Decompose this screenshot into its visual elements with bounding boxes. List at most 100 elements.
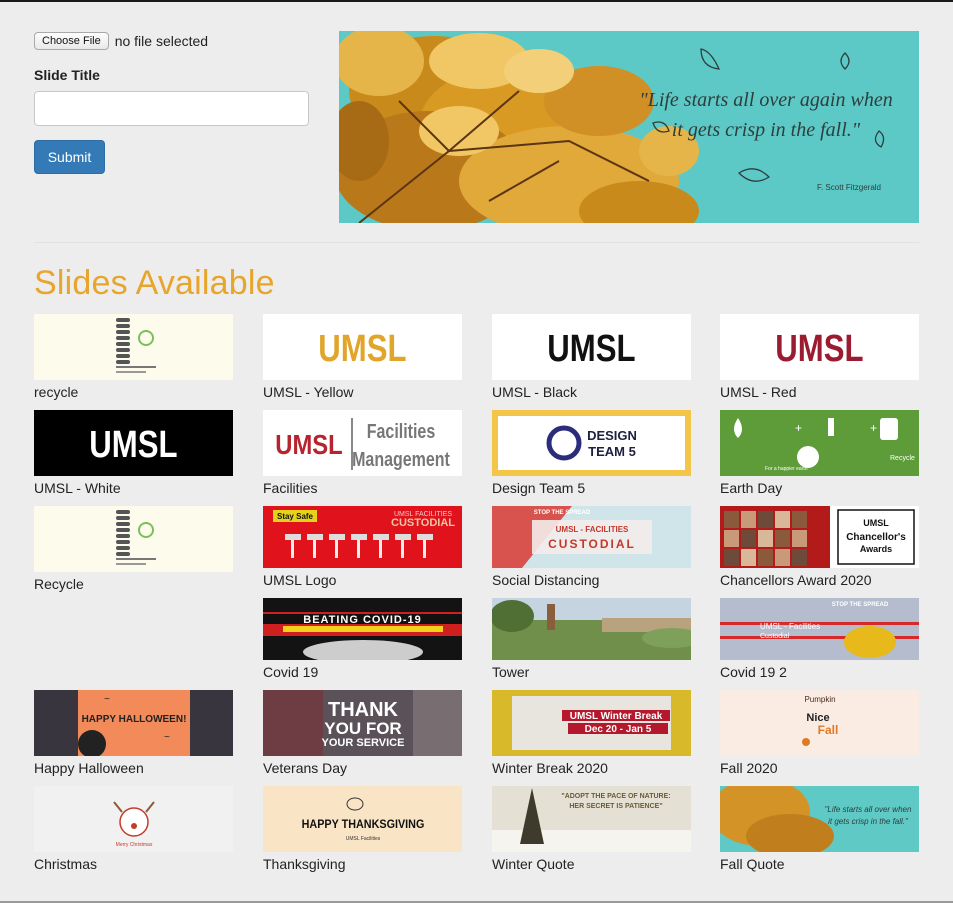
slide-thumbnail[interactable]: THANK YOU FOR YOUR SERVICE bbox=[263, 690, 462, 756]
slide-artwork bbox=[34, 506, 233, 572]
slide-thumbnail[interactable] bbox=[492, 598, 691, 660]
svg-text:YOU FOR: YOU FOR bbox=[324, 719, 401, 738]
slide-artwork: UMSL bbox=[34, 410, 233, 476]
top-border bbox=[0, 0, 953, 2]
svg-text:HAPPY HALLOWEEN!: HAPPY HALLOWEEN! bbox=[82, 714, 187, 725]
slide-title-input[interactable] bbox=[34, 91, 309, 126]
svg-text:DESIGN: DESIGN bbox=[587, 428, 637, 443]
slide-label: Social Distancing bbox=[492, 572, 600, 588]
slide-label: Fall 2020 bbox=[720, 760, 778, 776]
slide-label: Winter Break 2020 bbox=[492, 760, 608, 776]
slide-thumbnail[interactable]: UMSL bbox=[492, 314, 691, 380]
slide-tile[interactable]: Stay Safe UMSL FACILITIES CUSTODIAL UMSL L… bbox=[263, 506, 462, 588]
slide-tile[interactable]: Recycle bbox=[34, 506, 233, 592]
slide-thumbnail[interactable]: UMSL Chancellor's Awards bbox=[720, 506, 919, 568]
choose-file-button[interactable]: Choose File bbox=[34, 32, 109, 50]
slide-tile[interactable]: Pumpkin Nice Fall Fall 2020 bbox=[720, 690, 919, 776]
slide-label: recycle bbox=[34, 384, 79, 400]
slide-label: Thanksgiving bbox=[263, 856, 346, 872]
slide-label: Happy Halloween bbox=[34, 760, 144, 776]
slide-artwork: STOP THE SPREAD UMSL - Facilities Custodia… bbox=[720, 598, 919, 660]
slide-artwork: UMSL bbox=[492, 314, 691, 380]
svg-text:CUSTODIAL: CUSTODIAL bbox=[391, 517, 455, 529]
svg-text:Recycle: Recycle bbox=[890, 455, 915, 462]
svg-text:Management: Management bbox=[352, 448, 450, 470]
svg-text:UMSL Winter Break: UMSL Winter Break bbox=[570, 711, 663, 722]
slide-tile[interactable]: UMSL Winter Break Dec 20 - Jan 5 Winter B… bbox=[492, 690, 691, 776]
slide-artwork: "ADOPT THE PACE OF NATURE: HER SECRET IS … bbox=[492, 786, 691, 852]
slide-artwork: + + Recycle For a happier earth bbox=[720, 410, 919, 476]
svg-text:UMSL Facilities: UMSL Facilities bbox=[346, 836, 381, 842]
slide-tile[interactable]: "ADOPT THE PACE OF NATURE: HER SECRET IS … bbox=[492, 786, 691, 872]
slide-thumbnail[interactable]: UMSL bbox=[263, 314, 462, 380]
slide-tile[interactable]: UMSL UMSL - White bbox=[34, 410, 233, 496]
slide-thumbnail[interactable]: HAPPY HALLOWEEN! ~ ~ bbox=[34, 690, 233, 756]
svg-text:Fall: Fall bbox=[818, 723, 839, 737]
slide-tile[interactable]: THANK YOU FOR YOUR SERVICE Veterans Day bbox=[263, 690, 462, 776]
upload-form: Choose File no file selected Slide Title… bbox=[34, 30, 314, 174]
slide-tile[interactable]: UMSL UMSL - Red bbox=[720, 314, 919, 400]
slide-thumbnail[interactable]: UMSL Winter Break Dec 20 - Jan 5 bbox=[492, 690, 691, 756]
slide-tile[interactable]: BEATING COVID-19 Covid 19 bbox=[263, 598, 462, 680]
slide-tile[interactable]: HAPPY THANKSGIVING UMSL Facilities Thanks… bbox=[263, 786, 462, 872]
slide-label: UMSL - Red bbox=[720, 384, 797, 400]
slide-artwork: DESIGNTEAM 5 bbox=[492, 410, 691, 476]
slide-tile[interactable]: STOP THE SPREAD UMSL - Facilities Custodia… bbox=[720, 598, 919, 680]
slide-tile[interactable]: + + Recycle For a happier earth Earth Day bbox=[720, 410, 919, 496]
slide-artwork: UMSL bbox=[263, 314, 462, 380]
slide-label: Christmas bbox=[34, 856, 98, 872]
slide-tile[interactable]: "Life starts all over when it gets crisp … bbox=[720, 786, 919, 872]
slide-artwork: BEATING COVID-19 bbox=[263, 598, 462, 660]
slide-thumbnail[interactable] bbox=[34, 506, 233, 572]
slide-label: Winter Quote bbox=[492, 856, 575, 872]
slide-tile[interactable]: recycle bbox=[34, 314, 233, 400]
slide-thumbnail[interactable] bbox=[34, 314, 233, 380]
slide-tile[interactable]: UMSL Chancellor's Awards Chancellors Award… bbox=[720, 506, 919, 588]
slide-tile[interactable]: UMSL UMSL - Yellow bbox=[263, 314, 462, 400]
slide-thumbnail[interactable]: Merry Christmas bbox=[34, 786, 233, 852]
file-picker: Choose File no file selected bbox=[34, 30, 314, 52]
slide-thumbnail[interactable]: DESIGN TEAM 5 bbox=[492, 410, 691, 476]
slide-thumbnail[interactable]: BEATING COVID-19 bbox=[263, 598, 462, 660]
slide-artwork: Merry Christmas bbox=[34, 786, 233, 852]
slide-thumbnail[interactable]: "Life starts all over when it gets crisp … bbox=[720, 786, 919, 852]
slide-tile[interactable]: UMSL UMSL - Black bbox=[492, 314, 691, 400]
svg-text:UMSL: UMSL bbox=[775, 328, 863, 370]
slide-tile[interactable]: UMSL Facilities Management Facilities bbox=[263, 410, 462, 496]
slide-thumbnail[interactable]: Stay Safe UMSL FACILITIES CUSTODIAL bbox=[263, 506, 462, 568]
slide-thumbnail[interactable]: STOP THE SPREAD UMSL - Facilities Custodia… bbox=[720, 598, 919, 660]
slide-thumbnail[interactable]: "ADOPT THE PACE OF NATURE: HER SECRET IS … bbox=[492, 786, 691, 852]
slide-artwork: UMSL Facilities Management bbox=[263, 410, 462, 476]
submit-button[interactable]: Submit bbox=[34, 140, 105, 174]
slide-label: Design Team 5 bbox=[492, 480, 586, 496]
slide-tile[interactable]: HAPPY HALLOWEEN! ~ ~ Happy Halloween bbox=[34, 690, 233, 776]
slide-label: Chancellors Award 2020 bbox=[720, 572, 872, 588]
slide-artwork: HAPPY THANKSGIVING UMSL Facilities bbox=[263, 786, 462, 852]
slide-thumbnail[interactable]: HAPPY THANKSGIVING UMSL Facilities bbox=[263, 786, 462, 852]
slide-artwork: UMSL Chancellor'sAwards bbox=[720, 506, 919, 568]
svg-text:THANK: THANK bbox=[328, 699, 399, 721]
slide-tile[interactable]: UMSL - FACILITIES CUSTODIAL STOP THE SPREA… bbox=[492, 506, 691, 588]
quote-line-1: "Life starts all over again when bbox=[639, 89, 892, 111]
slide-label: Facilities bbox=[263, 480, 318, 496]
slide-thumbnail[interactable]: UMSL Facilities Management bbox=[263, 410, 462, 476]
slide-tile[interactable]: DESIGN TEAM 5 Design Team 5 bbox=[492, 410, 691, 496]
slide-label: Covid 19 bbox=[263, 664, 319, 680]
svg-text:~: ~ bbox=[164, 732, 170, 743]
svg-text:Stay Safe: Stay Safe bbox=[277, 512, 314, 521]
slide-title-label: Slide Title bbox=[34, 67, 100, 83]
svg-text:Merry Christmas: Merry Christmas bbox=[116, 842, 153, 848]
svg-text:UMSL - FACILITIES: UMSL - FACILITIES bbox=[556, 525, 629, 534]
slide-thumbnail[interactable]: Pumpkin Nice Fall bbox=[720, 690, 919, 756]
slide-label: Veterans Day bbox=[263, 760, 348, 776]
svg-text:TEAM 5: TEAM 5 bbox=[588, 444, 636, 459]
slide-artwork: UMSL Winter Break Dec 20 - Jan 5 bbox=[492, 690, 691, 756]
slide-tile[interactable]: Merry Christmas Christmas bbox=[34, 786, 233, 872]
slide-thumbnail[interactable]: + + Recycle For a happier earth bbox=[720, 410, 919, 476]
slide-thumbnail[interactable]: UMSL bbox=[720, 314, 919, 380]
slide-thumbnail[interactable]: UMSL bbox=[34, 410, 233, 476]
svg-text:Custodial: Custodial bbox=[760, 633, 790, 640]
svg-text:it gets crisp in the fall.": it gets crisp in the fall." bbox=[828, 817, 909, 826]
slide-thumbnail[interactable]: UMSL - FACILITIES CUSTODIAL STOP THE SPREA… bbox=[492, 506, 691, 568]
slide-tile[interactable]: Tower bbox=[492, 598, 691, 680]
